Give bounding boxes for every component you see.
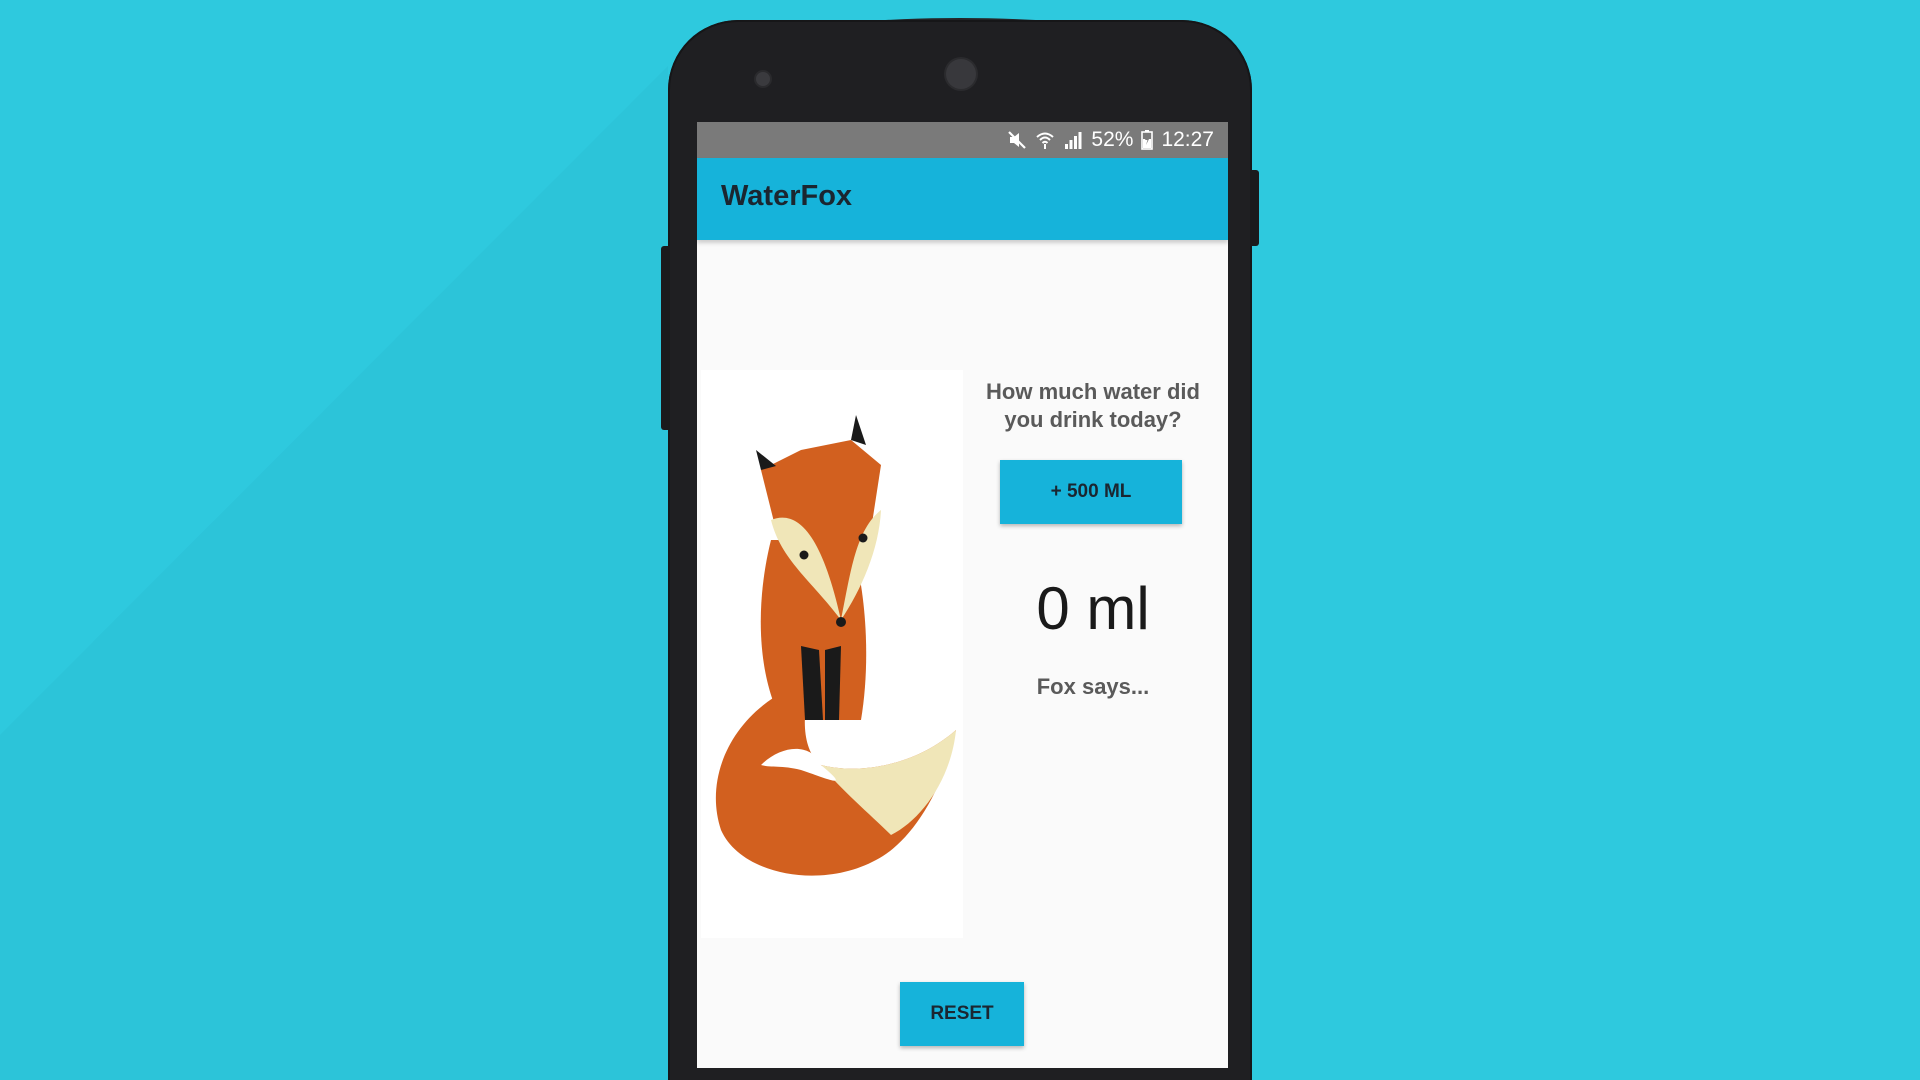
proximity-sensor	[756, 72, 770, 86]
fox-image	[715, 415, 956, 876]
signal-icon	[1063, 130, 1083, 150]
power-button	[1250, 170, 1259, 246]
mute-icon	[1007, 130, 1027, 150]
front-camera	[946, 59, 976, 89]
app-title: WaterFox	[721, 180, 853, 212]
wifi-icon	[1035, 130, 1055, 150]
fox-message: Fox says...	[1036, 674, 1150, 699]
add-500ml-button[interactable]: + 500 ML	[1000, 460, 1182, 524]
water-question: How much water did you drink today?	[986, 379, 1200, 432]
app-bar: WaterFox	[697, 158, 1228, 240]
fox-illustration	[701, 370, 963, 938]
battery-percent: 52%	[1091, 128, 1134, 151]
status-bar: 52% 12:27	[697, 122, 1228, 158]
reset-button[interactable]: RESET	[900, 982, 1024, 1046]
status-time: 12:27	[1161, 128, 1214, 151]
battery-icon	[1141, 130, 1154, 150]
volume-button	[661, 246, 670, 430]
phone-screen: 52% 12:27 WaterFox How much water did yo…	[697, 122, 1228, 1068]
status-indicators: 52% 12:27	[1007, 128, 1214, 152]
water-amount-display: 0 ml	[1036, 575, 1150, 642]
